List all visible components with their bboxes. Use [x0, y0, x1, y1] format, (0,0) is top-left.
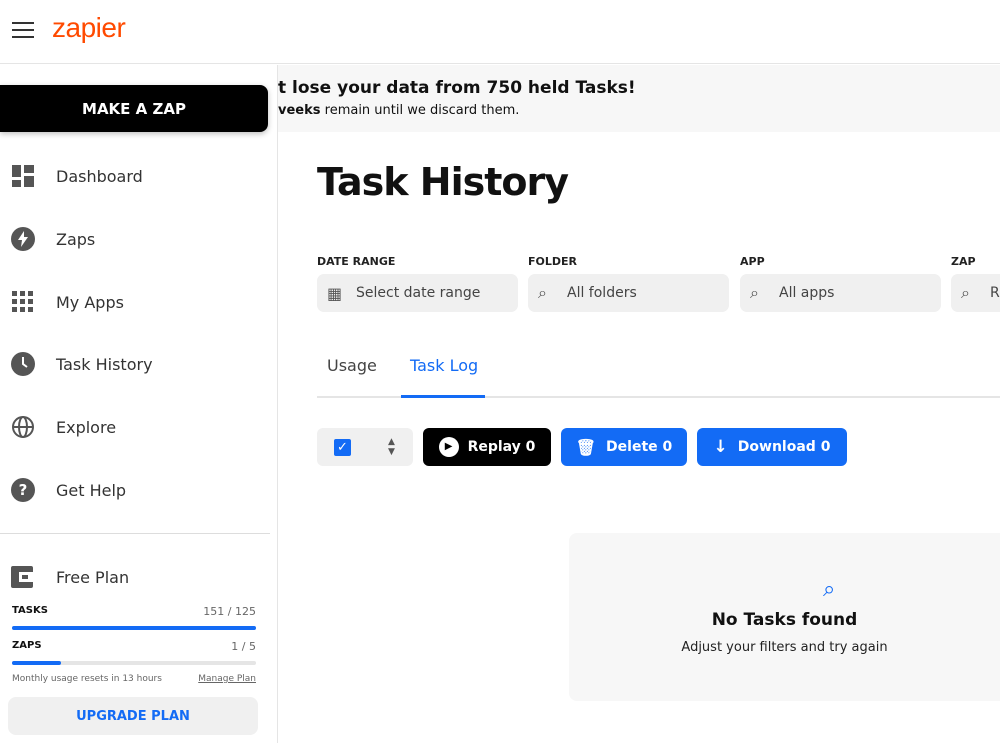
- sidebar-item-task-history[interactable]: Task History: [0, 344, 278, 384]
- zaps-value: 1 / 5: [231, 640, 256, 653]
- reset-text: Monthly usage resets in 13 hours: [12, 674, 162, 684]
- filter-value: Select date range: [356, 285, 481, 301]
- empty-title: No Tasks found: [711, 610, 858, 630]
- help-icon: ?: [11, 478, 35, 502]
- bolt-icon: [11, 227, 35, 251]
- tasks-label: TASKS: [12, 605, 48, 616]
- globe-icon: [11, 415, 35, 439]
- banner-subtitle: veeks remain until we discard them.: [278, 103, 520, 118]
- manage-plan-link[interactable]: Manage Plan: [198, 674, 256, 684]
- dashboard-icon: [11, 164, 35, 188]
- held-tasks-banner: t lose your data from 750 held Tasks! ve…: [278, 65, 1000, 132]
- trash-icon: 🗑: [575, 437, 597, 457]
- tasks-value: 151 / 125: [203, 605, 256, 618]
- filter-folder: FOLDER ⌕ All folders: [528, 255, 729, 312]
- search-icon: ⌕: [750, 283, 759, 302]
- menu-icon[interactable]: [12, 22, 34, 40]
- sidebar-item-zaps[interactable]: Zaps: [0, 219, 278, 259]
- filter-zap: ZAP ⌕ R: [951, 255, 1000, 312]
- top-bar: zapier: [0, 0, 1000, 64]
- make-a-zap-button[interactable]: MAKE A ZAP: [0, 85, 268, 132]
- tab-usage[interactable]: Usage: [327, 356, 377, 375]
- filter-label: DATE RANGE: [317, 255, 396, 268]
- clock-icon: [11, 352, 35, 376]
- replay-label: Replay 0: [467, 439, 536, 455]
- banner-title: t lose your data from 750 held Tasks!: [278, 78, 636, 98]
- filter-app: APP ⌕ All apps: [740, 255, 941, 312]
- sort-arrows-icon: ▲ ▼: [388, 437, 395, 457]
- folder-select[interactable]: ⌕ All folders: [528, 274, 729, 312]
- zaps-progress: [12, 661, 256, 665]
- active-tab-indicator: [401, 395, 485, 398]
- empty-subtitle: Adjust your filters and try again: [681, 640, 888, 655]
- search-icon: ⌕: [823, 577, 836, 602]
- empty-state: ⌕ No Tasks found Adjust your filters and…: [569, 533, 1000, 701]
- tab-task-log[interactable]: Task Log: [410, 356, 478, 375]
- filter-value: All folders: [567, 285, 637, 301]
- page-title: Task History: [317, 160, 569, 204]
- app-select[interactable]: ⌕ All apps: [740, 274, 941, 312]
- filter-label: FOLDER: [528, 255, 577, 268]
- zaps-label: ZAPS: [12, 640, 42, 651]
- upgrade-plan-button[interactable]: UPGRADE PLAN: [8, 697, 258, 735]
- sidebar-item-explore[interactable]: Explore: [0, 407, 278, 447]
- download-button[interactable]: ↓ Download 0: [697, 428, 847, 466]
- filter-date-range: DATE RANGE ▦ Select date range: [317, 255, 518, 312]
- zapier-logo[interactable]: zapier: [52, 12, 126, 44]
- zap-select[interactable]: ⌕ R: [951, 274, 1000, 312]
- download-icon: ↓: [713, 437, 728, 457]
- play-icon: ▶: [438, 437, 459, 457]
- plan-header: Free Plan: [0, 557, 278, 597]
- sidebar: MAKE A ZAP Dashboard Zaps My Apps Task H…: [0, 65, 278, 743]
- sidebar-item-my-apps[interactable]: My Apps: [0, 282, 278, 322]
- filter-value: R: [990, 285, 1000, 301]
- search-icon: ⌕: [961, 283, 970, 302]
- filter-label: APP: [740, 255, 765, 268]
- filter-value: All apps: [779, 285, 835, 301]
- sidebar-item-get-help[interactable]: ? Get Help: [0, 470, 278, 510]
- svg-text:?: ?: [19, 481, 28, 499]
- delete-label: Delete 0: [606, 439, 673, 455]
- calendar-icon: ▦: [327, 283, 343, 303]
- filter-label: ZAP: [951, 255, 976, 268]
- wallet-icon: [11, 565, 35, 589]
- select-all-dropdown[interactable]: ✓ ▲ ▼: [317, 428, 413, 466]
- replay-button[interactable]: ▶ Replay 0: [423, 428, 551, 466]
- delete-button[interactable]: 🗑 Delete 0: [561, 428, 687, 466]
- grid-icon: [11, 290, 35, 314]
- download-label: Download 0: [737, 439, 831, 455]
- search-icon: ⌕: [538, 283, 547, 302]
- usage-meter: TASKS 151 / 125 ZAPS 1 / 5 Monthly usage r…: [12, 605, 256, 684]
- select-all-checkbox[interactable]: ✓: [334, 439, 351, 456]
- date-range-input[interactable]: ▦ Select date range: [317, 274, 518, 312]
- tasks-progress: [12, 626, 256, 630]
- sidebar-divider: [0, 533, 270, 534]
- sidebar-item-dashboard[interactable]: Dashboard: [0, 156, 278, 196]
